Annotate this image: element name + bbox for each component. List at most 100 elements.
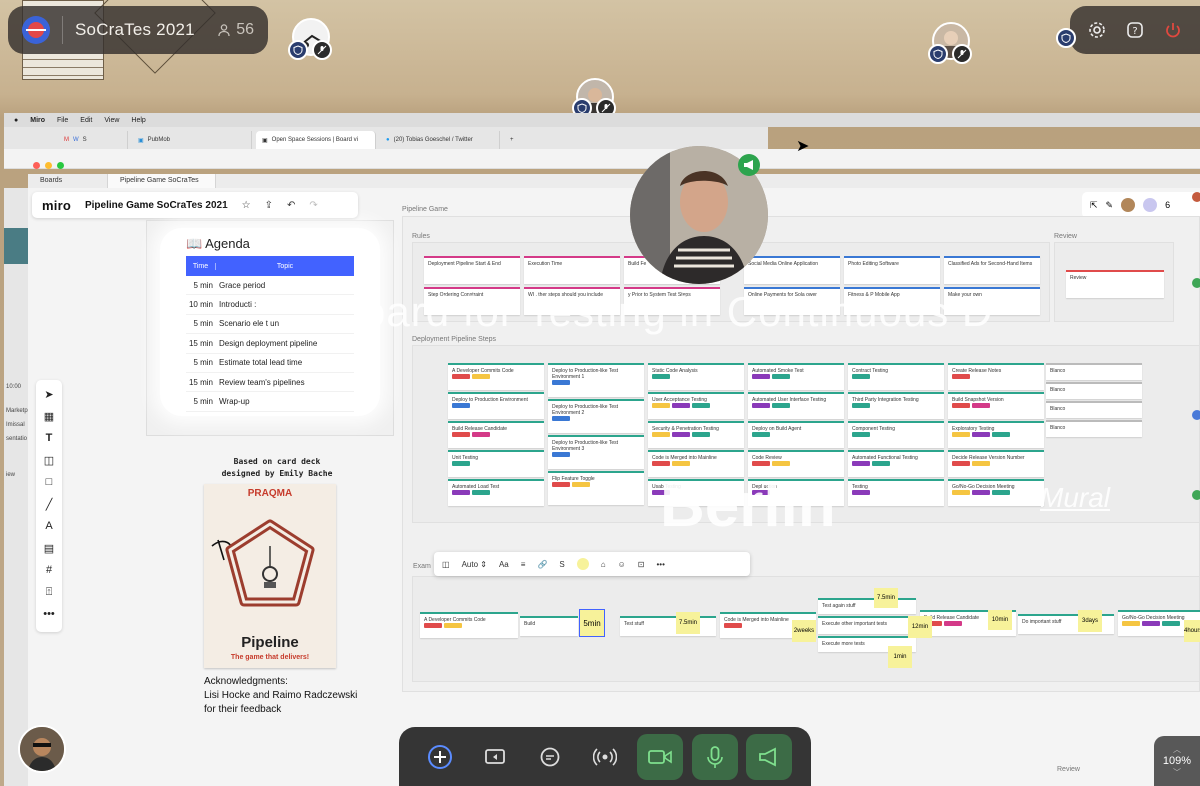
help-icon[interactable]: ? — [1123, 18, 1147, 42]
blank-card[interactable]: Blanco — [1046, 382, 1142, 399]
time-sticky[interactable]: 3days — [1078, 610, 1102, 632]
frame-tool-icon[interactable]: # — [42, 562, 56, 578]
time-sticky[interactable]: 10min — [988, 610, 1012, 630]
time-sticky[interactable]: 7.5min — [874, 588, 898, 608]
upload-tool-icon[interactable]: ⍐ — [42, 584, 56, 600]
step-card[interactable]: Flip Feature Toggle — [548, 471, 644, 505]
step-card[interactable]: Deploy to Production-like Test Environme… — [548, 363, 644, 397]
font-select[interactable]: Auto ⇕ — [462, 560, 487, 569]
example-card[interactable]: A Developer Commits Code — [420, 612, 518, 638]
color-swatch[interactable] — [576, 558, 589, 570]
broadcast-icon[interactable] — [582, 734, 628, 780]
time-sticky[interactable]: 2weeks — [792, 620, 816, 642]
cursor-arrow-icon[interactable]: ⇱ — [1090, 200, 1098, 211]
zoom-up-icon[interactable]: ︿ — [1173, 744, 1181, 755]
close-window-icon[interactable] — [33, 162, 40, 169]
pipeline-card-image[interactable]: PRAQMA Pipeline The game that delivers! — [204, 484, 336, 668]
scenario-card[interactable]: Classified Ads for Second-Hand Items — [944, 256, 1040, 284]
step-card[interactable]: Exploratory Testing — [948, 421, 1044, 448]
menu-help[interactable]: Help — [131, 117, 145, 124]
tag-icon[interactable]: ⌂ — [601, 560, 606, 569]
browser-address-bar[interactable] — [4, 149, 1200, 169]
step-card[interactable]: Deploy to Production-like Test Environme… — [548, 435, 644, 469]
new-tab-button[interactable]: + — [504, 131, 524, 149]
more-tools-icon[interactable]: ••• — [42, 606, 56, 622]
self-avatar[interactable] — [18, 725, 66, 773]
browser-tab-pubmob[interactable]: ▣ PubMob — [132, 131, 252, 149]
user-count[interactable]: 56 — [217, 21, 254, 39]
blank-card[interactable]: Blanco — [1046, 363, 1142, 380]
tab-pipeline-game[interactable]: Pipeline Game SoCraTes ... — [108, 174, 216, 191]
add-button[interactable] — [417, 734, 463, 780]
browser-tab-miro[interactable]: ▣ Open Space Sessions | Board vi — [256, 131, 376, 149]
blank-card[interactable]: Blanco — [1046, 420, 1142, 437]
comment-icon[interactable]: ▤ — [42, 540, 56, 556]
step-card[interactable]: Security & Penetration Testing — [648, 421, 744, 448]
emoji-icon[interactable]: ☺ — [618, 560, 626, 569]
browser-tab-twitter[interactable]: ● (20) Tobias Goeschel / Twitter — [380, 131, 500, 149]
step-card[interactable]: Testing — [848, 479, 944, 506]
select-cursor-icon[interactable]: ➤ — [42, 386, 56, 402]
step-card[interactable]: Contract Testing — [848, 363, 944, 390]
time-sticky-selected[interactable]: 5min — [579, 609, 605, 637]
templates-icon[interactable]: ▦ — [42, 408, 56, 424]
line-tool-icon[interactable]: ╱ — [42, 496, 56, 512]
camera-icon[interactable] — [636, 733, 683, 780]
sticky-note-icon[interactable]: ◫ — [42, 452, 56, 468]
step-card[interactable]: Static Code Analysis — [648, 363, 744, 390]
browser-tab-gmail[interactable]: MWS — [58, 131, 128, 149]
step-card[interactable]: Build Release Candidate — [448, 421, 544, 448]
text-tool-icon[interactable]: T — [42, 430, 56, 446]
example-card[interactable]: Execute other important tests — [818, 616, 916, 634]
size-select[interactable]: S — [559, 560, 564, 569]
microphone-icon[interactable] — [691, 733, 738, 780]
miro-logo[interactable]: miro — [42, 198, 71, 213]
lock-icon[interactable]: ⊡ — [638, 560, 645, 569]
collaborator-avatar[interactable] — [1121, 198, 1136, 212]
time-sticky[interactable]: 12min — [908, 616, 932, 638]
step-card[interactable]: Build Snapshot Version — [948, 392, 1044, 419]
shape-tool-icon[interactable]: □ — [42, 474, 56, 490]
step-card[interactable]: A Developer Commits Code — [448, 363, 544, 390]
zoom-down-icon[interactable]: ﹀ — [1173, 767, 1181, 778]
step-card[interactable]: Unit Testing — [448, 450, 544, 477]
example-card[interactable]: Test again stuff — [818, 598, 916, 614]
text-size-icon[interactable]: Aa — [499, 560, 509, 569]
step-card[interactable]: Automated Load Test — [448, 479, 544, 506]
step-card[interactable]: Component Testing — [848, 421, 944, 448]
maximize-window-icon[interactable] — [57, 162, 64, 169]
agenda-table[interactable]: Time Topic 5 min Grace period 10 min Intro… — [186, 256, 354, 412]
time-sticky[interactable]: 4hours — [1184, 620, 1200, 642]
example-card[interactable]: Test stuff — [620, 616, 716, 636]
step-card[interactable]: Go/No-Go Decision Meeting — [948, 479, 1044, 506]
chat-icon[interactable] — [527, 734, 573, 780]
pen-tool-icon[interactable]: A — [42, 518, 56, 534]
megaphone-icon[interactable] — [746, 733, 793, 780]
step-card[interactable]: User Acceptance Testing — [648, 392, 744, 419]
rule-card[interactable]: Deployment Pipeline Start & End — [424, 256, 520, 284]
star-icon[interactable]: ☆ — [242, 200, 251, 211]
space-header[interactable]: SoCraTes 2021 56 — [8, 6, 268, 54]
undo-icon[interactable]: ↶ — [287, 200, 295, 211]
menu-file[interactable]: File — [57, 117, 68, 124]
menu-view[interactable]: View — [104, 117, 119, 124]
upload-icon[interactable]: ⇪ — [265, 200, 273, 211]
step-card[interactable]: Automated Functional Testing — [848, 450, 944, 477]
redo-icon[interactable]: ↷ — [309, 200, 317, 211]
step-card[interactable]: Third Party Integration Testing — [848, 392, 944, 419]
sticky-style-icon[interactable]: ◫ — [442, 560, 450, 569]
collaborator-avatar[interactable] — [1143, 198, 1158, 212]
zoom-control[interactable]: ︿ 109% ﹀ — [1154, 736, 1200, 786]
board-title[interactable]: Pipeline Game SoCraTes 2021 — [85, 200, 228, 211]
screen-share-icon[interactable] — [472, 734, 518, 780]
time-sticky[interactable]: 1min — [888, 646, 912, 668]
example-card[interactable]: Build — [520, 616, 578, 636]
gear-icon[interactable] — [1085, 18, 1109, 42]
review-card[interactable]: Review — [1066, 270, 1164, 298]
link-icon[interactable]: 🔗 — [537, 560, 547, 569]
minimize-window-icon[interactable] — [45, 162, 52, 169]
blank-card[interactable]: Blanco — [1046, 401, 1142, 418]
step-card[interactable]: Automated User Interface Testing — [748, 392, 844, 419]
rule-card[interactable]: Execution Time — [524, 256, 620, 284]
scenario-card[interactable]: Social Media Online Application — [744, 256, 840, 284]
